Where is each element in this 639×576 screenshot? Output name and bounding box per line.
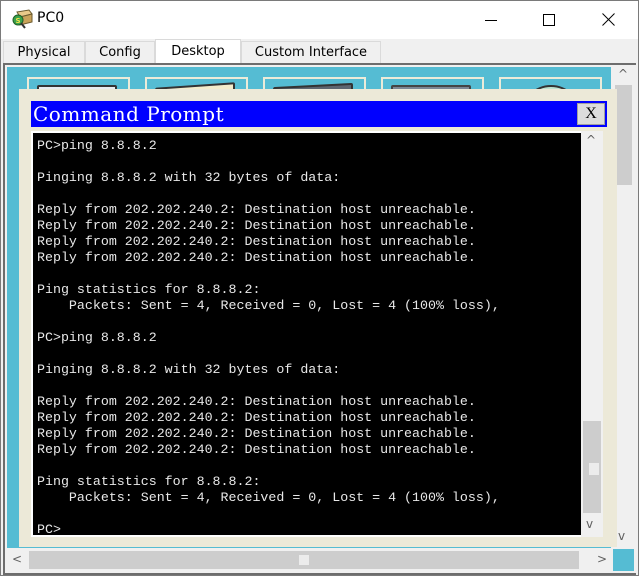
terminal-line: Reply from 202.202.240.2: Destination ho… [37, 442, 476, 457]
terminal-line: Reply from 202.202.240.2: Destination ho… [37, 250, 476, 265]
terminal-line: Reply from 202.202.240.2: Destination ho… [37, 394, 476, 409]
command-prompt-header: Command Prompt X [31, 101, 607, 127]
terminal-scrollbar[interactable]: ^ v [581, 131, 603, 537]
terminal-line: Reply from 202.202.240.2: Destination ho… [37, 426, 476, 441]
tab-config[interactable]: Config [85, 41, 155, 63]
window-title: PC0 [37, 10, 65, 26]
terminal-scroll-grip [589, 463, 599, 475]
terminal-line: Reply from 202.202.240.2: Destination ho… [37, 410, 476, 425]
terminal-line: Ping statistics for 8.8.8.2: [37, 282, 261, 297]
title-bar[interactable]: S PC0 [1, 1, 638, 39]
scroll-grip [299, 555, 309, 565]
packet-tracer-pc-icon: S [11, 9, 33, 29]
scroll-left-arrow-icon[interactable]: < [12, 552, 22, 566]
terminal-line: PC>ping 8.8.8.2 [37, 330, 157, 345]
maximize-button[interactable] [526, 1, 572, 39]
desktop-horizontal-scrollbar[interactable]: < > [5, 549, 613, 571]
terminal-line: Packets: Sent = 4, Received = 0, Lost = … [37, 490, 500, 505]
terminal-line: PC> [37, 522, 61, 535]
scroll-corner [613, 549, 634, 571]
command-prompt-close-button[interactable]: X [577, 103, 605, 125]
terminal-line: Reply from 202.202.240.2: Destination ho… [37, 218, 476, 233]
minimize-button[interactable] [468, 1, 514, 39]
maximize-icon [543, 11, 555, 30]
terminal-line: Packets: Sent = 4, Received = 0, Lost = … [37, 298, 500, 313]
tab-custom-interface[interactable]: Custom Interface [241, 41, 381, 63]
terminal-line: PC>ping 8.8.8.2 [37, 138, 157, 153]
terminal-scroll-thumb[interactable] [583, 421, 601, 513]
terminal-frame: PC>ping 8.8.8.2 Pinging 8.8.8.2 with 32 b… [31, 131, 603, 537]
scroll-right-arrow-icon[interactable]: > [597, 552, 607, 566]
tab-physical[interactable]: Physical [3, 41, 85, 63]
terminal-output[interactable]: PC>ping 8.8.8.2 Pinging 8.8.8.2 with 32 b… [33, 133, 581, 535]
tab-desktop[interactable]: Desktop [155, 39, 241, 63]
terminal-line: Pinging 8.8.8.2 with 32 bytes of data: [37, 170, 341, 185]
desktop-vertical-scroll-thumb[interactable] [615, 85, 632, 185]
pc0-window: S PC0 Physical Config Desktop Custom Int… [0, 0, 639, 576]
close-icon [601, 11, 615, 30]
command-prompt-window: Command Prompt X PC>ping 8.8.8.2 Pinging … [19, 89, 617, 547]
terminal-line: Ping statistics for 8.8.8.2: [37, 474, 261, 489]
command-prompt-title: Command Prompt [33, 102, 225, 126]
terminal-scroll-up-icon[interactable]: ^ [586, 133, 596, 147]
terminal-line: Reply from 202.202.240.2: Destination ho… [37, 234, 476, 249]
terminal-scroll-down-icon[interactable]: v [586, 517, 593, 531]
terminal-line: Pinging 8.8.8.2 with 32 bytes of data: [37, 362, 341, 377]
scroll-down-arrow-icon[interactable]: v [618, 529, 625, 543]
terminal-line: Reply from 202.202.240.2: Destination ho… [37, 202, 476, 217]
svg-text:S: S [16, 17, 21, 25]
scroll-up-arrow-icon[interactable]: ^ [618, 67, 628, 81]
tab-bar: Physical Config Desktop Custom Interface [1, 39, 638, 63]
close-button[interactable] [585, 1, 631, 39]
minimize-icon [485, 11, 497, 30]
